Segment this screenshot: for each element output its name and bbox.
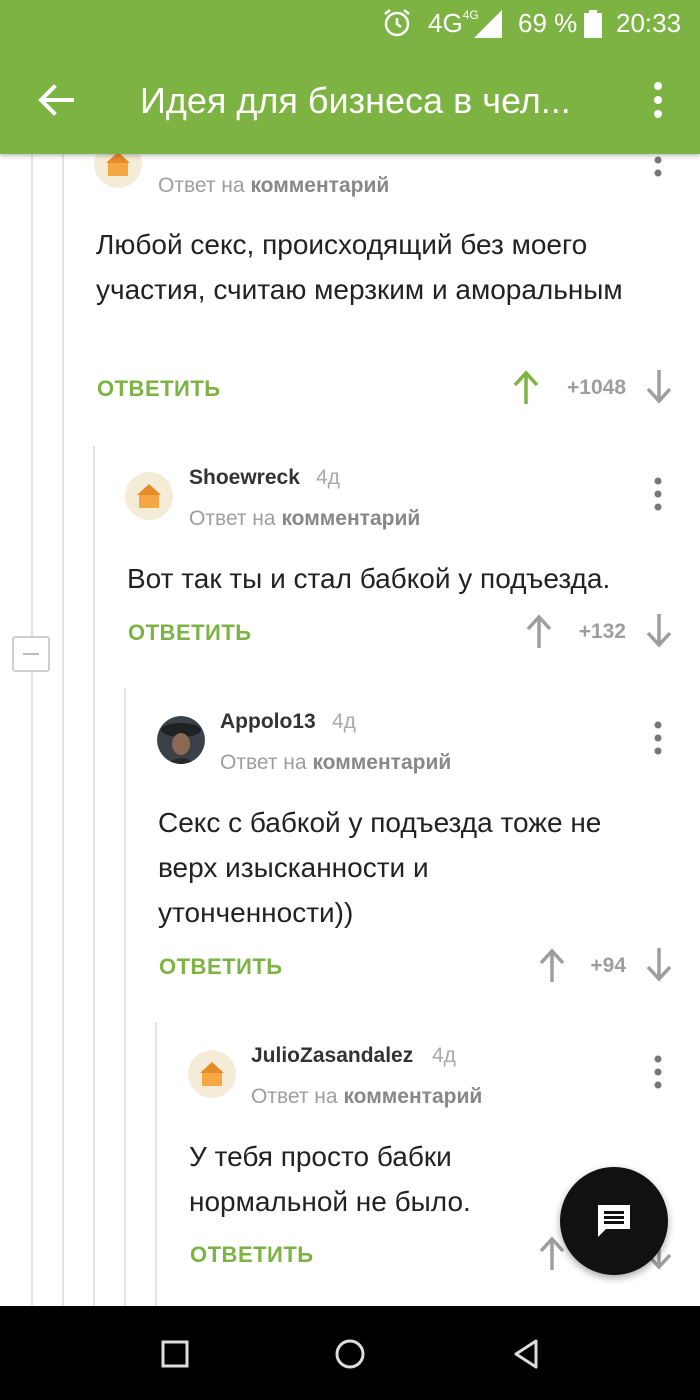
reply-target-link[interactable]: комментарий (312, 751, 451, 774)
comment-age: 4д (316, 466, 340, 489)
comment-age: 4д (332, 710, 356, 733)
top-bar: 4G4G 69 % 20:33 Идея для бизнеса в чел..… (0, 0, 700, 154)
collapse-icon[interactable] (12, 636, 50, 672)
comment-text: Любой секс, происходящий без моего участ… (96, 229, 623, 305)
reply-to-info: Ответ на комментарий (220, 751, 452, 774)
comment-author[interactable]: Shoewreck (189, 466, 300, 490)
reply-button[interactable]: ОТВЕТИТЬ (159, 954, 283, 980)
thread-line (124, 688, 126, 1306)
alarm-icon (384, 9, 410, 37)
app-bar: Идея для бизнеса в чел... (0, 58, 700, 148)
reply-to-info: Ответ на комментарий (251, 1085, 483, 1108)
signal-icon (474, 10, 502, 38)
reply-to-info: Ответ на комментарий (158, 174, 390, 197)
reply-target-link[interactable]: комментарий (250, 174, 389, 197)
comments-thread: Ответ на комментарий Любой секс, происхо… (0, 154, 700, 1306)
more-vert-icon[interactable] (648, 720, 668, 756)
reply-target-link[interactable]: комментарий (281, 507, 420, 530)
nav-back-icon[interactable] (508, 1336, 544, 1372)
reply-to-info: Ответ на комментарий (189, 507, 421, 530)
vote-score: +132 (578, 620, 626, 643)
system-nav-bar (0, 1306, 700, 1400)
more-vert-icon[interactable] (648, 1054, 668, 1090)
avatar[interactable] (188, 1050, 236, 1098)
comment-text: У тебя просто бабки нормальной не было. (189, 1141, 471, 1217)
reply-button[interactable]: ОТВЕТИТЬ (128, 620, 252, 646)
reply-button[interactable]: ОТВЕТИТЬ (190, 1242, 314, 1268)
network-type: 4G4G (428, 8, 479, 38)
reply-button[interactable]: ОТВЕТИТЬ (97, 376, 221, 402)
comment-text: Вот так ты и стал бабкой у подъезда. (127, 563, 611, 594)
more-vert-icon[interactable] (646, 80, 670, 120)
clock: 20:33 (616, 8, 682, 38)
thread-line (93, 446, 95, 1306)
comment-text: Секс с бабкой у подъезда тоже не верх из… (158, 807, 602, 928)
downvote-icon[interactable] (645, 948, 673, 982)
comment-author[interactable]: JulioZasandalez (251, 1044, 413, 1068)
status-bar: 4G4G 69 % 20:33 (0, 0, 700, 48)
screen: 4G4G 69 % 20:33 Идея для бизнеса в чел..… (0, 0, 700, 1400)
nav-home-icon[interactable] (332, 1336, 368, 1372)
page-title: Идея для бизнеса в чел... (140, 80, 571, 121)
back-arrow-icon[interactable] (36, 80, 76, 120)
avatar[interactable] (157, 716, 205, 764)
avatar[interactable] (94, 154, 142, 188)
thread-line (155, 1022, 157, 1306)
nav-recents-icon[interactable] (157, 1336, 193, 1372)
battery-percent: 69 % (518, 8, 578, 38)
comment-age: 4д (432, 1044, 456, 1067)
more-vert-icon[interactable] (648, 156, 668, 192)
avatar[interactable] (125, 472, 173, 520)
upvote-icon[interactable] (512, 370, 540, 404)
more-vert-icon[interactable] (648, 476, 668, 512)
comment-fab-icon (598, 1205, 630, 1237)
vote-score: +1048 (567, 376, 626, 399)
upvote-icon[interactable] (525, 614, 553, 648)
comment-author[interactable]: Appolo13 (220, 710, 316, 734)
upvote-icon[interactable] (538, 1236, 566, 1270)
downvote-icon[interactable] (645, 614, 673, 648)
upvote-icon[interactable] (538, 948, 566, 982)
vote-score: +94 (590, 954, 626, 977)
battery-icon (584, 10, 602, 38)
downvote-icon[interactable] (645, 370, 673, 404)
thread-line (31, 154, 33, 1306)
reply-target-link[interactable]: комментарий (343, 1085, 482, 1108)
thread-line (62, 154, 64, 1306)
add-comment-button[interactable] (560, 1167, 668, 1275)
